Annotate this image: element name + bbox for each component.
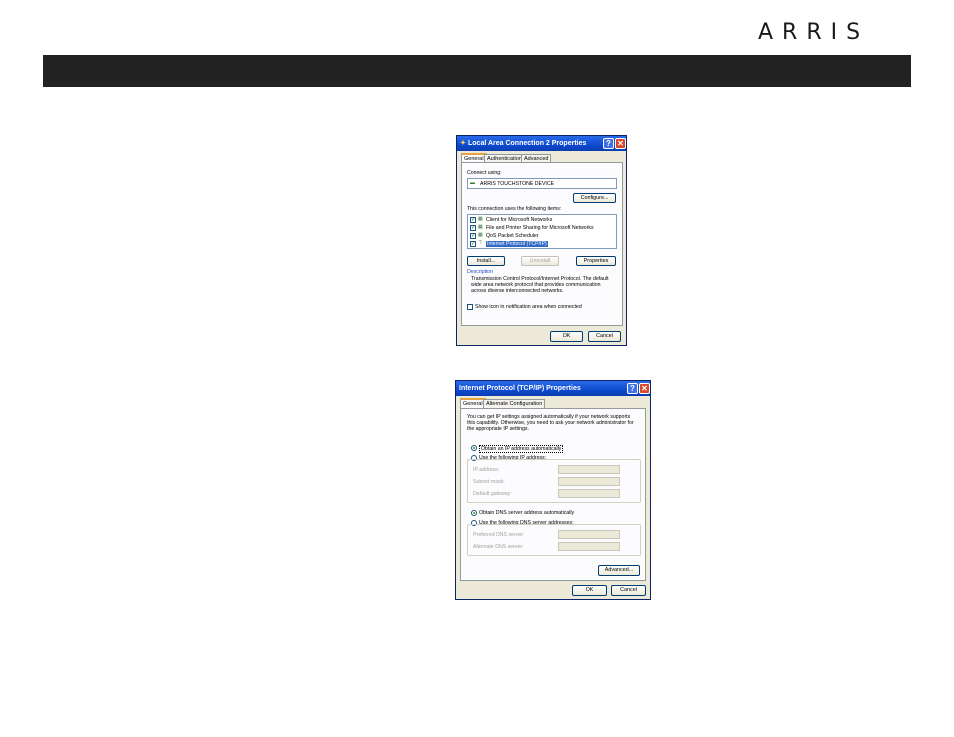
cancel-button[interactable]: Cancel [611,585,646,596]
dialog-titlebar[interactable]: ✦ Local Area Connection 2 Properties [457,136,626,151]
show-icon-checkbox[interactable] [467,304,473,310]
show-icon-label[interactable]: Show icon in notification area when conn… [475,304,582,310]
obtain-ip-label[interactable]: Obtain an IP address automatically [479,445,564,453]
properties-button[interactable]: Properties [576,256,616,266]
help-button[interactable]: ? [627,383,638,394]
ip-address-label: IP address: [473,467,500,473]
general-panel: Connect using: ▬ ARRIS TOUCHSTONE DEVICE… [461,162,623,326]
item-checkbox[interactable]: ✓ [470,241,476,247]
intro-text: You can get IP settings assigned automat… [467,414,634,432]
items-list: ✓ ▦ Client for Microsoft Networks ✓ ▦ Fi… [467,214,617,249]
general-panel: You can get IP settings assigned automat… [460,408,646,581]
help-button[interactable]: ? [603,138,614,149]
obtain-dns-label[interactable]: Obtain DNS server address automatically [479,510,574,516]
preferred-dns-field[interactable] [558,530,620,539]
qos-icon: ▦ [478,232,483,238]
network-connection-icon: ✦ [460,140,466,147]
close-button[interactable]: ✕ [639,383,650,394]
description-text: Transmission Control Protocol/Internet P… [471,276,609,294]
alternate-dns-label: Alternate DNS server: [473,544,524,550]
obtain-ip-radio[interactable] [471,445,477,451]
tcpip-properties-dialog: Internet Protocol (TCP/IP) Properties ? … [455,380,651,600]
uninstall-button[interactable]: Uninstall [521,256,559,266]
lan-properties-dialog: ✦ Local Area Connection 2 Properties ? ✕ … [456,135,627,346]
preferred-dns-label: Preferred DNS server: [473,532,525,538]
install-button[interactable]: Install... [467,256,505,266]
item-checkbox[interactable]: ✓ [470,217,476,223]
client-icon: ▦ [478,216,483,222]
connect-using-label: Connect using: [467,170,502,176]
dialog-title: Internet Protocol (TCP/IP) Properties [459,385,581,392]
header-banner [43,55,911,87]
close-button[interactable]: ✕ [615,138,626,149]
items-label: This connection uses the following items… [467,206,562,212]
item-checkbox[interactable]: ✓ [470,233,476,239]
tab-alternate-configuration[interactable]: Alternate Configuration [483,399,546,408]
network-adapter-icon: ▬ [470,180,475,186]
list-item[interactable]: File and Printer Sharing for Microsoft N… [486,225,594,231]
ok-button[interactable]: OK [550,331,583,342]
default-gateway-label: Default gateway: [473,491,512,497]
device-field: ▬ ARRIS TOUCHSTONE DEVICE [467,178,617,189]
tab-general[interactable]: General [460,398,486,408]
configure-button[interactable]: Configure... [573,193,616,203]
list-item-selected[interactable]: Internet Protocol (TCP/IP) [486,241,548,247]
default-gateway-field[interactable] [558,489,620,498]
dialog-titlebar[interactable]: Internet Protocol (TCP/IP) Properties [456,381,650,396]
list-item[interactable]: Client for Microsoft Networks [486,217,552,223]
device-name: ARRIS TOUCHSTONE DEVICE [480,181,555,187]
dns-group [467,524,641,556]
arris-logo: ARRIS [758,20,870,45]
description-label: Description [467,269,493,275]
item-checkbox[interactable]: ✓ [470,225,476,231]
dialog-title: Local Area Connection 2 Properties [468,140,587,147]
ip-address-field[interactable] [558,465,620,474]
subnet-mask-field[interactable] [558,477,620,486]
list-item[interactable]: QoS Packet Scheduler [486,233,538,239]
advanced-button[interactable]: Advanced... [598,565,640,576]
protocol-icon: ⊤ [478,240,483,246]
obtain-dns-radio[interactable] [471,510,477,516]
subnet-mask-label: Subnet mask: [473,479,505,485]
alternate-dns-field[interactable] [558,542,620,551]
cancel-button[interactable]: Cancel [588,331,621,342]
printer-sharing-icon: ▦ [478,224,483,230]
ok-button[interactable]: OK [572,585,607,596]
